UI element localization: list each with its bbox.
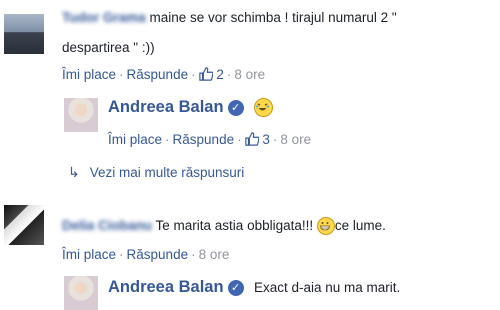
timestamp[interactable]: 8 ore <box>234 67 265 82</box>
comment-text-line2: despartirea " :)) <box>62 40 155 55</box>
timestamp[interactable]: 8 ore <box>280 132 311 147</box>
like-link[interactable]: Îmi place <box>62 247 116 262</box>
reply-actions: Îmi place · Răspunde · 3 · 8 ore <box>108 132 312 147</box>
reply-arrow-icon: ↳ <box>68 164 80 180</box>
comment-text-end: ce lume. <box>334 218 386 233</box>
like-link[interactable]: Îmi place <box>62 67 116 82</box>
grinning-emoji-icon <box>316 217 335 236</box>
comment-body: Delia Ciobanu Te marita astia obbligata!… <box>62 217 386 236</box>
like-link[interactable]: Îmi place <box>108 132 162 147</box>
more-replies-link[interactable]: ↳ Vezi mai multe răspunsuri <box>68 164 244 181</box>
comment-author[interactable]: Delia Ciobanu <box>62 218 152 233</box>
timestamp[interactable]: 8 ore <box>199 247 230 262</box>
comment-actions: Îmi place · Răspunde · 8 ore <box>62 247 230 262</box>
reply-header: Andreea Balan ✓ <box>108 98 274 118</box>
avatar[interactable] <box>64 98 98 132</box>
like-count[interactable]: 3 <box>244 132 270 147</box>
like-count-value: 3 <box>262 132 270 147</box>
comment-author[interactable]: Tudor Grama <box>62 10 146 25</box>
laughing-emoji-icon <box>254 98 274 118</box>
comment-text-line1: maine se vor schimba ! tirajul numarul 2… <box>149 10 397 25</box>
avatar[interactable] <box>4 14 44 54</box>
comment-text: Te marita astia obbligata!!! <box>155 218 314 233</box>
comment-body: Tudor Grama maine se vor schimba ! tiraj… <box>62 9 397 27</box>
reply-link[interactable]: Răspunde <box>173 132 235 147</box>
reply-text: Exact d-aia nu ma marit. <box>254 280 401 295</box>
comment-actions: Îmi place · Răspunde · 2 · 8 ore <box>62 67 266 82</box>
verified-check-icon: ✓ <box>227 100 244 116</box>
more-replies-label: Vezi mai multe răspunsuri <box>89 165 245 180</box>
reply-link[interactable]: Răspunde <box>127 247 189 262</box>
verified-check-icon: ✓ <box>227 280 244 296</box>
thumbs-up-icon <box>244 132 259 146</box>
reply-link[interactable]: Răspunde <box>127 67 189 82</box>
reply-author[interactable]: Andreea Balan <box>108 98 224 116</box>
reply-body: Andreea Balan ✓ Exact d-aia nu ma marit. <box>108 278 400 297</box>
like-count-value: 2 <box>216 67 224 82</box>
avatar[interactable] <box>64 276 98 310</box>
thumbs-up-icon <box>198 67 213 81</box>
avatar[interactable] <box>4 205 44 245</box>
reply-author[interactable]: Andreea Balan <box>108 278 224 296</box>
like-count[interactable]: 2 <box>198 67 224 82</box>
